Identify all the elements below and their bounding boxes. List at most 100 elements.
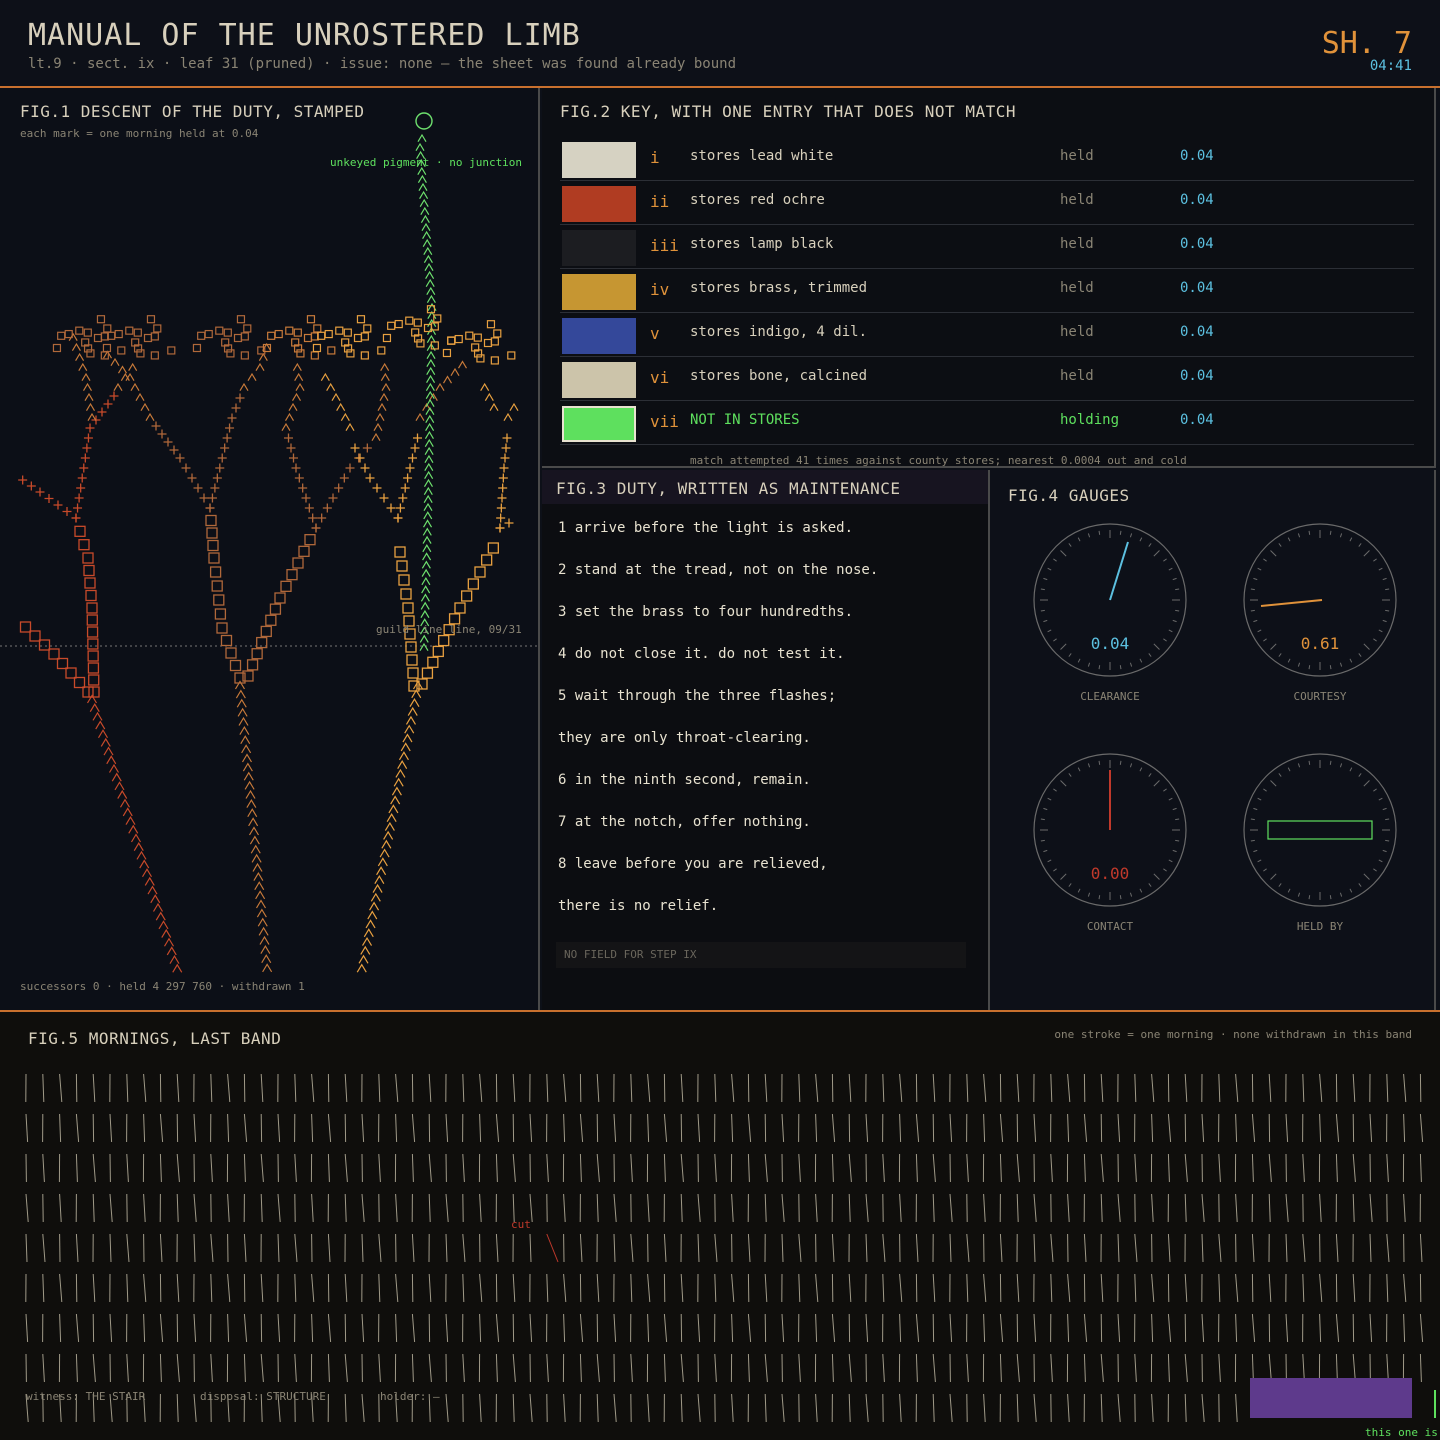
morning-stroke	[613, 1193, 617, 1223]
leaf-mark	[153, 324, 162, 333]
leaf-mark	[96, 315, 106, 324]
gauge-tick	[1329, 895, 1332, 900]
gauge-tick	[1060, 550, 1067, 557]
duty-stamp-mark	[239, 382, 249, 391]
morning-stroke	[1352, 1193, 1355, 1223]
morning-stroke	[731, 1273, 735, 1303]
duty-step: there is no relief.	[558, 898, 719, 914]
morning-stroke	[546, 1153, 549, 1183]
morning-stroke	[1067, 1313, 1070, 1343]
duty-stamp-mark	[498, 483, 508, 493]
morning-stroke	[966, 1273, 969, 1303]
duty-stamp-mark	[412, 680, 424, 690]
morning-stroke	[159, 1113, 164, 1143]
morning-stroke	[1218, 1353, 1221, 1383]
duty-stamp-mark	[398, 493, 408, 503]
morning-stroke	[1050, 1273, 1053, 1303]
morning-stroke	[647, 1393, 650, 1423]
duty-stamp-mark	[435, 382, 445, 391]
morning-stroke	[1302, 1273, 1305, 1303]
duty-stamp-mark	[83, 433, 93, 443]
key-state: holding	[1060, 412, 1120, 428]
gauge-tick	[1253, 619, 1258, 623]
duty-stamp-mark	[141, 868, 153, 878]
leaf-mark	[310, 351, 319, 360]
duty-stamp-mark	[400, 588, 412, 600]
duty-stamp-mark	[71, 513, 81, 523]
gauge-tick	[1163, 638, 1167, 642]
duty-stamp-mark	[145, 412, 155, 421]
morning-stroke	[1083, 1313, 1088, 1343]
duty-stamp-mark	[421, 560, 431, 569]
key-name: stores bone, calcined	[690, 368, 868, 384]
gauge-tick	[1358, 773, 1362, 777]
duty-stamp-mark	[242, 762, 253, 772]
duty-stamp-mark	[35, 487, 45, 497]
morning-stroke	[495, 1153, 498, 1183]
gauge-tick	[1373, 788, 1377, 792]
morning-stroke	[781, 1113, 785, 1143]
duty-stamp-mark	[442, 375, 453, 384]
duty-stamp-mark	[251, 853, 262, 863]
duty-stamp-mark	[169, 445, 179, 455]
duty-stamp-mark	[496, 513, 506, 523]
gauge-tick	[1385, 818, 1390, 821]
morning-stroke	[680, 1073, 684, 1103]
duty-stamp-mark	[103, 399, 113, 409]
gauge-tick	[1119, 530, 1122, 535]
duty-step: 8 leave before you are relieved,	[558, 856, 828, 872]
morning-stroke	[159, 1153, 162, 1183]
duty-stamp-mark	[29, 630, 41, 642]
duty-stamp-mark	[199, 493, 209, 503]
morning-stroke	[1235, 1313, 1238, 1343]
morning-stroke	[1386, 1153, 1389, 1183]
duty-step: they are only throat-clearing.	[558, 730, 811, 746]
duty-stamp-mark	[227, 413, 237, 423]
duty-stamp-mark	[408, 453, 417, 463]
morning-stroke	[1201, 1113, 1205, 1143]
morning-stroke	[563, 1073, 567, 1103]
gauge-tick	[1087, 892, 1091, 897]
duty-stamp-mark	[220, 634, 233, 647]
morning-stroke	[815, 1313, 818, 1343]
morning-stroke	[781, 1193, 785, 1223]
duty-stamp-mark	[147, 885, 158, 895]
gauge-tick	[1378, 629, 1383, 633]
morning-stroke	[579, 1233, 583, 1263]
morning-stroke	[831, 1233, 835, 1263]
morning-stroke	[327, 1233, 331, 1263]
duty-stamp-mark	[265, 614, 277, 626]
leaf-mark	[346, 349, 355, 358]
duty-stamp-mark	[48, 648, 60, 660]
morning-stroke	[445, 1113, 449, 1143]
gauge-tick	[1168, 797, 1173, 801]
gauge-tick	[1378, 797, 1383, 801]
duty-stamp-mark	[394, 546, 406, 558]
leaf-mark	[223, 328, 232, 337]
gauge-tick	[1263, 638, 1267, 642]
morning-stroke	[378, 1153, 381, 1183]
gauge-tick	[1077, 658, 1081, 663]
morning-stroke	[764, 1393, 767, 1423]
gauge-tick	[1139, 888, 1143, 893]
duty-stamp-mark	[78, 539, 90, 551]
duty-stamp-mark	[420, 206, 430, 215]
duty-stamp-mark	[393, 513, 403, 523]
duty-step: 4 do not close it. do not test it.	[558, 646, 845, 662]
gauge-tick	[1119, 895, 1122, 900]
duty-stamp-mark	[308, 513, 318, 523]
duty-stamp-mark	[413, 433, 422, 443]
leaf-mark	[125, 326, 134, 335]
morning-stroke	[1218, 1233, 1222, 1263]
duty-stamp-mark	[421, 585, 431, 594]
step-ix-field: NO FIELD FOR STEP IX	[556, 942, 966, 968]
gauge-tick	[1172, 807, 1177, 811]
morning-stroke	[579, 1313, 584, 1343]
morning-stroke	[1335, 1313, 1340, 1343]
morning-stroke	[210, 1153, 213, 1183]
gauge-tick	[1043, 619, 1048, 623]
gauge-tick	[1382, 619, 1387, 623]
gauge-tick	[1129, 892, 1133, 897]
duty-stamp-mark	[205, 503, 215, 513]
morning-stroke	[395, 1193, 398, 1223]
